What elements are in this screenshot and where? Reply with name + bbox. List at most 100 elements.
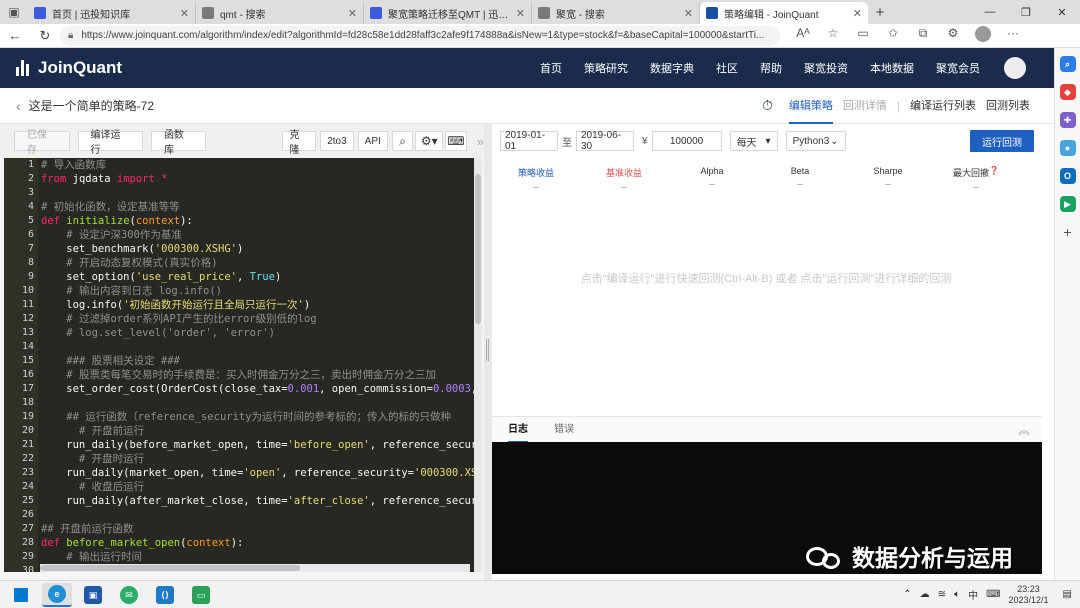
keyboard-icon[interactable]: ⌨ <box>445 131 467 151</box>
compile-run-button[interactable]: 编译运行 <box>77 130 143 156</box>
run-backtest-button[interactable]: 运行回测 <box>970 130 1034 152</box>
python-version-select[interactable]: Python3 ⌄ <box>785 131 846 151</box>
drop-icon[interactable]: ▶ <box>1059 196 1076 212</box>
start-button[interactable] <box>6 583 36 607</box>
nav-research[interactable]: 策略研究 <box>584 60 628 76</box>
function-library-button[interactable]: 函数库 <box>150 130 207 156</box>
vscode-app-icon[interactable]: ⟨⟩ <box>150 583 180 607</box>
tab-backtest-list[interactable]: 回测列表 <box>986 88 1030 124</box>
nav-invest[interactable]: 聚宽投资 <box>804 60 848 76</box>
expand-up-icon[interactable]: ︽ <box>1018 421 1030 438</box>
scroll-thumb[interactable] <box>40 565 300 571</box>
help-icon[interactable]: ❓ <box>989 166 999 179</box>
system-tray: ⌃ ☁ ≋ 🔈︎ 中 ⌨ 23:23 2023/12/1 ▤ <box>903 584 1080 606</box>
search-icon[interactable]: ⌕ <box>391 131 414 151</box>
ime-indicator[interactable]: 中 <box>968 587 978 602</box>
clone-button[interactable]: 克隆 <box>282 130 317 156</box>
close-tab-icon[interactable]: ✕ <box>180 7 189 20</box>
back-chevron-icon[interactable]: ‹ <box>16 98 21 114</box>
search-icon[interactable]: ⌕ <box>1059 56 1076 72</box>
browser-tab[interactable]: 策略编辑 - JoinQuant ✕ <box>700 2 868 24</box>
saved-button[interactable]: 已保存 <box>14 130 70 156</box>
collections-icon[interactable]: ⧉ <box>908 26 938 45</box>
tools-icon[interactable]: ✚ <box>1059 112 1076 128</box>
nav-data-dictionary[interactable]: 数据字典 <box>650 60 694 76</box>
split-screen-icon[interactable]: ▭ <box>848 26 878 45</box>
network-icon[interactable]: ☁ <box>920 589 930 600</box>
maximize-icon[interactable]: ❐ <box>1008 6 1044 19</box>
editor-horizontal-scrollbar[interactable] <box>40 564 470 572</box>
settings-gear-icon[interactable]: ⚙▾ <box>415 131 444 151</box>
add-sidebar-icon[interactable]: + <box>1055 224 1080 240</box>
splitter-grip[interactable] <box>486 339 489 361</box>
strategy-title[interactable]: 这是一个简单的策略-72 <box>29 97 154 114</box>
profile-avatar[interactable] <box>968 26 998 45</box>
refresh-icon[interactable]: ↻ <box>30 28 60 44</box>
favorites-icon[interactable]: ✩ <box>878 26 908 45</box>
notification-icon[interactable]: ▤ <box>1063 589 1072 600</box>
editor-vertical-scrollbar[interactable] <box>474 158 482 572</box>
favorite-star-icon[interactable]: ☆ <box>818 26 848 45</box>
code-line: 26 <box>4 508 474 522</box>
code-editor[interactable]: 1 # 导入函数库 2 from jqdata import * 3 4 # 初始化函数，设… <box>4 158 474 572</box>
capital-input[interactable]: 100000 <box>651 131 722 151</box>
nav-local-data[interactable]: 本地数据 <box>870 60 914 76</box>
tab-log[interactable]: 日志 <box>508 417 528 443</box>
nav-home[interactable]: 首页 <box>540 60 562 76</box>
code-text: run_daily(before_market_open, time='befo… <box>41 438 474 452</box>
tab-edit-strategy[interactable]: 编辑策略 <box>788 88 833 124</box>
url-field[interactable]: 🔒︎ https://www.joinquant.com/algorithm/i… <box>60 25 780 46</box>
more-menu-icon[interactable]: ··· <box>998 26 1028 45</box>
2to3-button[interactable]: 2to3 <box>320 131 354 151</box>
system-clock[interactable]: 23:23 2023/12/1 <box>1009 584 1049 606</box>
timer-icon[interactable]: ⏱ <box>762 97 773 114</box>
start-date-input[interactable]: 2019-01-01 <box>500 130 558 152</box>
nav-help[interactable]: 帮助 <box>760 60 782 76</box>
user-avatar[interactable] <box>1004 57 1026 79</box>
browser-tab[interactable]: 聚宽策略迁移至QMT | 迅投知识库 ✕ <box>364 2 532 24</box>
read-aloud-icon[interactable]: Aᴬ <box>788 26 818 45</box>
frequency-select[interactable]: 每天 ▾ <box>729 131 778 151</box>
browser-tab[interactable]: 聚宽 - 搜索 ✕ <box>532 2 700 24</box>
api-button[interactable]: API <box>357 131 388 151</box>
outlook-icon[interactable]: O <box>1059 168 1076 184</box>
panel-splitter[interactable] <box>484 124 492 580</box>
extensions-icon[interactable]: ⚙ <box>938 26 968 45</box>
line-number: 17 <box>21 383 34 394</box>
close-tab-icon[interactable]: ✕ <box>684 7 693 20</box>
keyboard-layout-icon[interactable]: ⌨ <box>986 589 1000 600</box>
code-line: 15 ### 股票相关设定 ### <box>4 354 474 368</box>
end-date-input[interactable]: 2019-06-30 <box>576 130 634 152</box>
tab-actions-icon[interactable]: ▣ <box>0 0 28 24</box>
scroll-thumb[interactable] <box>475 174 481 324</box>
terminal-app-icon[interactable]: ▭ <box>186 583 216 607</box>
shopping-icon[interactable]: ◆ <box>1059 84 1076 100</box>
edge-app-icon[interactable]: e <box>42 582 72 607</box>
site-logo[interactable]: JoinQuant <box>16 58 122 78</box>
code-line: 14 <box>4 340 474 354</box>
browser-tab[interactable]: 首页 | 迅投知识库 ✕ <box>28 2 196 24</box>
nav-membership[interactable]: 聚宽会员 <box>936 60 980 76</box>
browser-tab[interactable]: qmt - 搜索 ✕ <box>196 2 364 24</box>
collapse-panel-icon[interactable]: » <box>477 134 484 149</box>
tab-backtest-detail[interactable]: 回测详情 <box>843 88 887 124</box>
wifi-icon[interactable]: ≋ <box>938 589 946 600</box>
close-tab-icon[interactable]: ✕ <box>853 7 862 20</box>
wechat-app-icon[interactable]: ✉ <box>114 583 144 607</box>
close-tab-icon[interactable]: ✕ <box>348 7 357 20</box>
code-token: # 导入函数库 <box>41 159 107 171</box>
back-icon[interactable]: ← <box>0 28 30 43</box>
store-app-icon[interactable]: ▣ <box>78 583 108 607</box>
games-icon[interactable]: ● <box>1059 140 1076 156</box>
tab-compile-list[interactable]: 编译运行列表 <box>910 88 976 124</box>
tab-error[interactable]: 错误 <box>554 417 574 443</box>
new-tab-button[interactable]: + <box>868 4 892 21</box>
tray-overflow-icon[interactable]: ⌃ <box>903 589 911 600</box>
minimize-icon[interactable]: — <box>972 6 1008 19</box>
close-window-icon[interactable]: ✕ <box>1044 6 1080 19</box>
volume-icon[interactable]: 🔈︎ <box>954 589 960 600</box>
nav-community[interactable]: 社区 <box>716 60 738 76</box>
close-tab-icon[interactable]: ✕ <box>516 7 525 20</box>
backtest-panel: 2019-01-01 至 2019-06-30 ¥ 100000 每天 ▾ Py… <box>492 124 1054 580</box>
